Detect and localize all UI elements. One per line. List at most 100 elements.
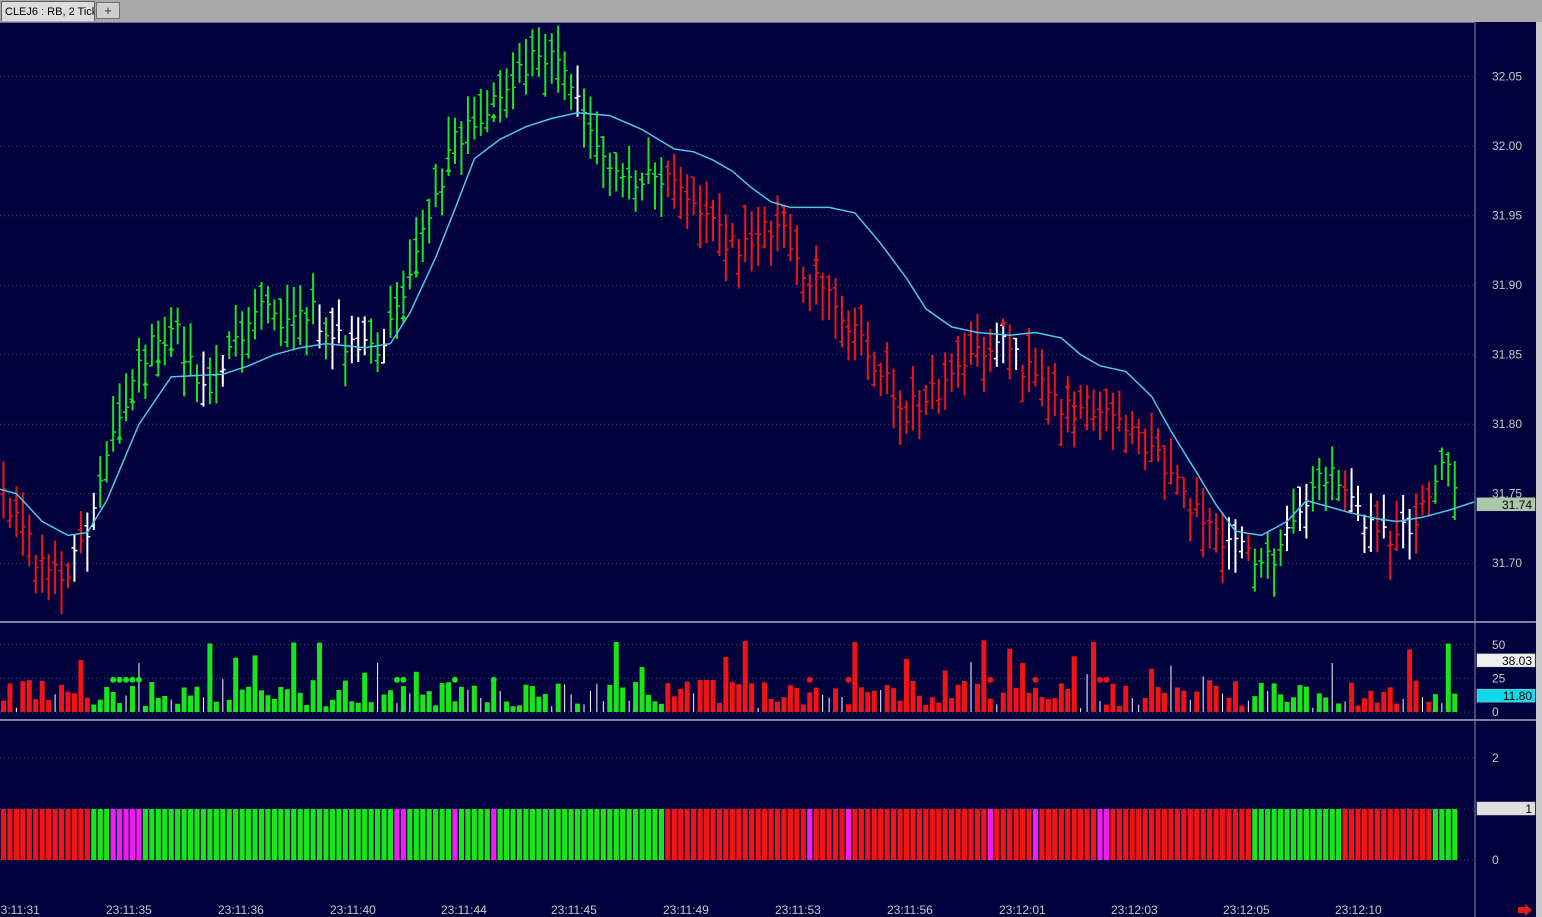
volume-bar	[471, 685, 477, 712]
volume-marker-dot	[1103, 676, 1110, 683]
volume-bar	[446, 682, 452, 712]
state-bar	[1142, 809, 1148, 860]
state-bar	[729, 809, 735, 860]
volume-bar	[1336, 703, 1342, 712]
volume-bar	[1007, 648, 1013, 712]
volume-bar	[1291, 697, 1296, 712]
volume-bar	[458, 686, 464, 712]
state-bar	[20, 809, 26, 860]
state-bar	[342, 809, 348, 860]
state-bar	[613, 809, 619, 860]
volume-bar	[800, 704, 806, 712]
price-axis-label: 31.80	[1492, 417, 1522, 431]
volume-bar	[78, 660, 84, 712]
state-bar	[987, 809, 993, 860]
state-bar	[871, 809, 877, 860]
volume-bar	[26, 680, 32, 712]
state-bar	[97, 809, 103, 860]
price-axis-label: 32.05	[1492, 70, 1522, 84]
state-bar	[465, 809, 471, 860]
state-bar	[1355, 809, 1361, 860]
volume-bar	[736, 684, 742, 712]
state-bar	[129, 809, 136, 860]
state-bar	[961, 809, 968, 860]
volume-bar	[188, 695, 194, 712]
state-bar	[1361, 809, 1368, 860]
state-bar	[1271, 809, 1277, 860]
state-bar	[304, 809, 310, 860]
volume-bar	[1065, 688, 1071, 712]
volume-bar	[1407, 649, 1413, 712]
state-bar	[194, 809, 200, 860]
volume-bar	[942, 670, 948, 712]
chart-area[interactable]: 32.0532.0031.9531.9031.8531.8031.7531.70…	[0, 22, 1536, 917]
state-bar	[697, 809, 703, 860]
volume-bar	[897, 700, 903, 712]
volume-bar	[910, 681, 916, 712]
state-bar	[723, 809, 729, 860]
state-bar	[710, 809, 716, 860]
state-bar	[291, 809, 297, 860]
volume-bar	[1181, 690, 1187, 712]
state-bar	[478, 809, 484, 860]
state-bar	[187, 809, 194, 860]
state-bar	[1129, 809, 1135, 860]
state-bar	[910, 809, 916, 860]
state-bar	[497, 809, 503, 860]
state-bar	[1297, 809, 1303, 860]
state-bar	[78, 809, 84, 860]
volume-bar	[484, 702, 490, 712]
state-bar	[884, 809, 890, 860]
volume-bar	[20, 681, 26, 712]
volume-bar	[633, 681, 639, 712]
volume-bar	[59, 684, 65, 712]
volume-bar	[678, 688, 684, 712]
state-bar	[1020, 809, 1026, 860]
volume-marker-dot	[845, 676, 852, 683]
state-bar	[1181, 809, 1187, 860]
state-axis-label: 0	[1492, 853, 1499, 867]
state-bar	[104, 809, 110, 860]
scroll-arrow-icon[interactable]	[1517, 904, 1533, 916]
volume-bar	[110, 692, 116, 712]
volume-bar	[388, 690, 393, 712]
volume-bar	[278, 687, 284, 712]
volume-bar	[652, 701, 658, 712]
state-bar	[155, 809, 161, 860]
volume-bar	[613, 642, 619, 712]
state-bar	[703, 809, 710, 860]
state-axis-label: 2	[1492, 751, 1499, 765]
state-bar	[426, 809, 432, 860]
state-bar	[1419, 809, 1426, 860]
state-bar	[968, 809, 974, 860]
volume-value-label: 38.03	[1502, 654, 1532, 668]
volume-bar	[162, 695, 168, 712]
state-bar	[529, 809, 535, 860]
state-bar	[1394, 809, 1400, 860]
time-axis-label: 23:11:53	[775, 903, 821, 917]
volume-bar	[1103, 704, 1109, 712]
volume-bar	[329, 699, 335, 712]
volume-bar	[130, 686, 135, 712]
price-axis-label: 32.00	[1492, 139, 1522, 153]
volume-bar	[555, 683, 561, 712]
state-bar	[1065, 809, 1071, 860]
state-bar	[252, 809, 258, 860]
volume-bar	[194, 686, 200, 712]
state-bar	[562, 809, 568, 860]
state-bar	[39, 809, 45, 860]
volume-bar	[97, 699, 103, 712]
state-bar	[574, 809, 581, 860]
add-tab-button[interactable]: +	[96, 2, 120, 19]
state-bar	[58, 809, 65, 860]
state-bar	[781, 809, 787, 860]
volume-bar	[1026, 692, 1032, 712]
state-bar	[46, 809, 52, 860]
state-bar	[1039, 809, 1045, 860]
state-bar	[981, 809, 987, 860]
volume-bar	[426, 691, 432, 712]
state-bar	[594, 809, 600, 860]
volume-bar	[265, 695, 271, 712]
state-bar	[742, 809, 748, 860]
chart-tab[interactable]: CLEJ6 : RB, 2 Tick	[1, 1, 95, 21]
